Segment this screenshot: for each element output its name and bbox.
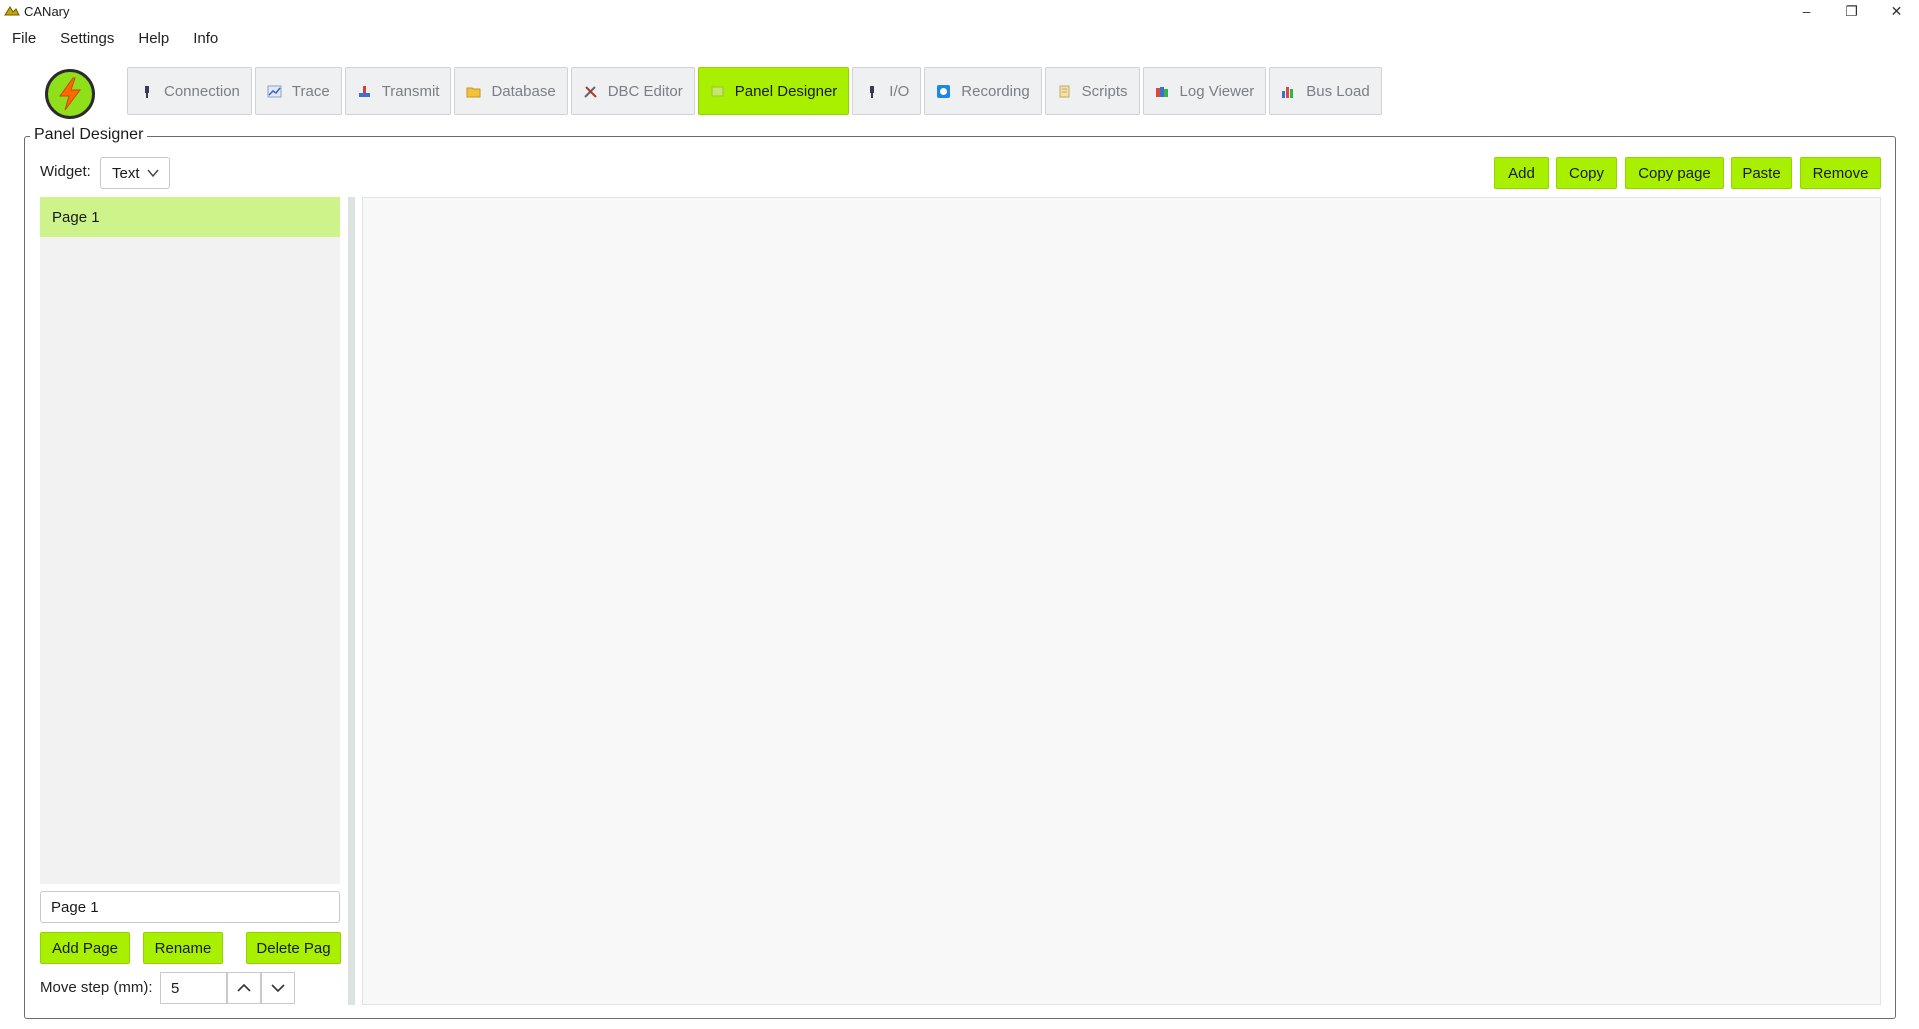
plug-icon <box>145 85 149 98</box>
tab-trace[interactable]: Trace <box>254 67 342 115</box>
tab-log-viewer[interactable]: Log Viewer <box>1142 67 1267 115</box>
window-title: CANary <box>24 3 70 19</box>
add-button[interactable]: Add <box>1494 157 1549 189</box>
tools-icon <box>583 85 597 98</box>
menu-file[interactable]: File <box>0 26 48 52</box>
tab-label: Log Viewer <box>1179 82 1255 100</box>
menu-bar: File Settings Help Info <box>0 26 230 52</box>
panel-canvas[interactable] <box>362 197 1881 1005</box>
lightning-bolt-icon <box>59 77 81 111</box>
chevron-down-icon <box>147 169 159 178</box>
transmit-icon <box>358 85 370 97</box>
chevron-down-icon <box>271 984 285 993</box>
tab-label: Trace <box>291 82 330 100</box>
widget-label: Widget: <box>40 163 91 180</box>
move-step-label: Move step (mm): <box>40 979 153 996</box>
paste-button[interactable]: Paste <box>1731 157 1792 189</box>
move-step-value: 5 <box>171 979 180 997</box>
chevron-up-icon <box>237 983 251 992</box>
page-list[interactable]: Page 1 <box>40 197 340 884</box>
step-up-button[interactable] <box>227 972 261 1004</box>
chart-line-icon <box>267 85 282 97</box>
menu-settings[interactable]: Settings <box>48 26 126 52</box>
list-item[interactable]: Page 1 <box>40 197 340 237</box>
menu-help[interactable]: Help <box>126 26 181 52</box>
add-page-button[interactable]: Add Page <box>40 932 130 964</box>
tab-label: Transmit <box>381 82 440 100</box>
tab-bus-load[interactable]: Bus Load <box>1269 67 1382 115</box>
maximize-button[interactable]: ❐ <box>1829 0 1874 22</box>
tab-label: Panel Designer <box>734 82 838 100</box>
books-icon <box>1155 86 1168 97</box>
splitter-handle[interactable] <box>348 197 355 1005</box>
tab-label: Database <box>491 82 556 100</box>
bar-chart-icon <box>1282 86 1294 98</box>
tab-scripts[interactable]: Scripts <box>1044 67 1140 115</box>
widget-select-value: Text <box>112 164 140 182</box>
tab-database[interactable]: Database <box>454 67 568 115</box>
tab-recording[interactable]: Recording <box>924 67 1042 115</box>
step-down-button[interactable] <box>261 972 295 1004</box>
tab-dbc-editor[interactable]: DBC Editor <box>570 67 695 115</box>
folder-icon <box>466 87 481 97</box>
rename-button[interactable]: Rename <box>143 932 223 964</box>
tab-connection[interactable]: Connection <box>127 67 252 115</box>
io-icon <box>870 85 875 98</box>
close-button[interactable]: ✕ <box>1874 0 1919 22</box>
tab-panel-designer[interactable]: Panel Designer <box>697 67 850 115</box>
panel-icon <box>711 86 724 96</box>
tab-label: Recording <box>961 82 1030 100</box>
app-window: CANary – ❐ ✕ File Settings Help Info Con… <box>0 0 1919 1029</box>
page-name-input-value: Page 1 <box>51 898 99 916</box>
copy-page-button[interactable]: Copy page <box>1625 157 1724 189</box>
page-name: Page 1 <box>52 208 100 226</box>
record-icon <box>937 84 951 98</box>
move-step-input[interactable]: 5 <box>160 972 227 1004</box>
tab-io[interactable]: I/O <box>852 67 922 115</box>
tab-label: DBC Editor <box>607 82 683 100</box>
copy-button[interactable]: Copy <box>1556 157 1617 189</box>
page-name-input[interactable]: Page 1 <box>40 891 340 923</box>
window-controls: – ❐ ✕ <box>1784 0 1919 22</box>
tab-label: Bus Load <box>1306 82 1370 100</box>
main-tabs: Connection Trace Transmit Database DBC E… <box>127 67 1385 115</box>
scroll-icon <box>1059 85 1070 97</box>
minimize-button[interactable]: – <box>1784 0 1829 22</box>
remove-button[interactable]: Remove <box>1800 157 1881 189</box>
widget-select[interactable]: Text <box>100 157 170 189</box>
tab-label: Scripts <box>1081 82 1128 100</box>
canary-app-icon <box>4 6 20 16</box>
canary-logo <box>45 69 95 119</box>
menu-info[interactable]: Info <box>181 26 230 52</box>
tab-label: I/O <box>889 82 910 100</box>
group-title: Panel Designer <box>30 126 148 144</box>
title-bar: CANary – ❐ ✕ <box>0 0 1919 22</box>
delete-page-button[interactable]: Delete Pag <box>246 932 341 964</box>
tab-label: Connection <box>164 82 240 100</box>
tab-transmit[interactable]: Transmit <box>344 67 452 115</box>
